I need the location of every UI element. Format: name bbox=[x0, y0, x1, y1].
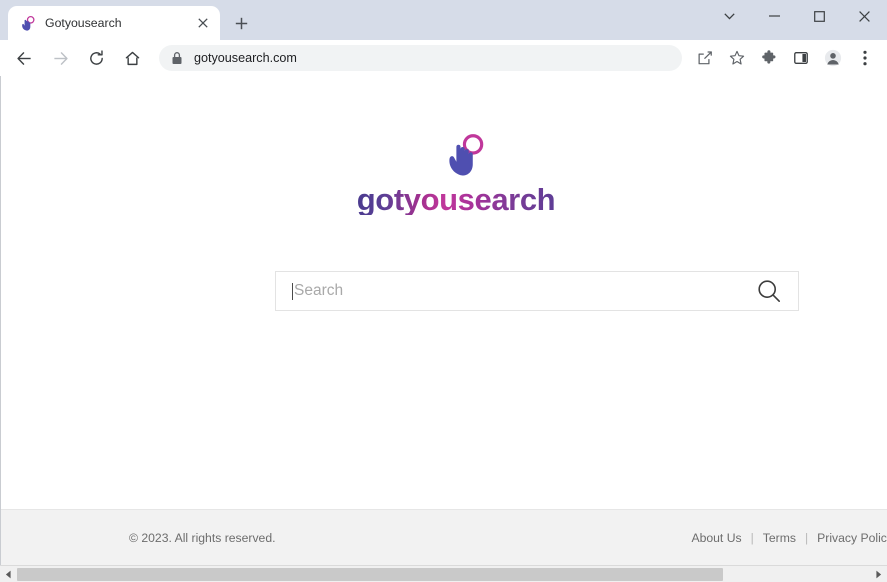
window-controls bbox=[707, 0, 887, 32]
scrollbar-track[interactable] bbox=[17, 565, 870, 582]
three-dot-menu-icon[interactable] bbox=[851, 44, 879, 72]
tab-search-button[interactable] bbox=[707, 0, 752, 32]
page-content: gotyousearch bbox=[1, 76, 887, 509]
address-bar[interactable]: gotyousearch.com bbox=[159, 45, 682, 71]
clicking-hand-magnifier-icon bbox=[441, 132, 487, 178]
share-icon[interactable] bbox=[691, 44, 719, 72]
search-input[interactable] bbox=[294, 282, 754, 300]
reload-button[interactable] bbox=[81, 43, 111, 73]
plus-icon bbox=[235, 17, 247, 29]
close-icon bbox=[859, 10, 870, 22]
minimize-icon bbox=[769, 15, 780, 17]
browser-toolbar: gotyousearch.com bbox=[0, 40, 887, 76]
footer-link-privacy-policy[interactable]: Privacy Policy bbox=[817, 531, 887, 545]
footer-link-about-us[interactable]: About Us bbox=[691, 531, 741, 545]
web-page: gotyousearch © 2023. All rights reserved… bbox=[1, 76, 887, 565]
maximize-button[interactable] bbox=[797, 0, 842, 32]
search-bar[interactable] bbox=[275, 271, 799, 311]
home-icon bbox=[125, 51, 139, 65]
magnifier-icon[interactable] bbox=[754, 276, 784, 306]
browser-tab[interactable]: Gotyousearch bbox=[8, 6, 220, 40]
scroll-left-icon[interactable] bbox=[0, 565, 17, 582]
text-caret bbox=[292, 282, 293, 300]
page-viewport: gotyousearch © 2023. All rights reserved… bbox=[0, 76, 887, 565]
bookmark-star-icon[interactable] bbox=[723, 44, 751, 72]
reload-icon bbox=[89, 49, 103, 65]
forward-button bbox=[45, 43, 75, 73]
scroll-right-icon[interactable] bbox=[870, 565, 887, 582]
site-logo: gotyousearch bbox=[1, 132, 887, 215]
footer-links: About Us | Terms | Privacy Policy bbox=[691, 531, 887, 545]
scrollbar-thumb[interactable] bbox=[17, 567, 723, 581]
url-text: gotyousearch.com bbox=[194, 51, 297, 65]
arrow-left-icon bbox=[16, 51, 31, 65]
horizontal-scrollbar[interactable] bbox=[0, 565, 887, 582]
footer-link-terms[interactable]: Terms bbox=[763, 531, 796, 545]
side-panel-icon[interactable] bbox=[787, 44, 815, 72]
extensions-puzzle-icon[interactable] bbox=[755, 44, 783, 72]
back-button[interactable] bbox=[9, 43, 39, 73]
new-tab-button[interactable] bbox=[228, 10, 254, 36]
lock-icon bbox=[171, 51, 185, 65]
logo-text: gotyousearch bbox=[356, 182, 556, 217]
footer-separator: | bbox=[804, 530, 809, 545]
arrow-right-icon bbox=[53, 51, 68, 65]
copyright-text: © 2023. All rights reserved. bbox=[129, 530, 276, 545]
profile-avatar-icon[interactable] bbox=[819, 44, 847, 72]
footer-separator: | bbox=[750, 530, 754, 545]
minimize-button[interactable] bbox=[752, 0, 797, 32]
page-footer: © 2023. All rights reserved. About Us | … bbox=[1, 509, 887, 565]
tab-title: Gotyousearch bbox=[45, 16, 122, 30]
toolbar-icons bbox=[689, 44, 881, 72]
maximize-icon bbox=[814, 10, 825, 22]
chevron-down-icon bbox=[724, 12, 735, 20]
browser-window: Gotyousearch gotyousearch.com gotyousear… bbox=[0, 0, 887, 582]
tab-strip: Gotyousearch bbox=[0, 0, 887, 40]
home-button[interactable] bbox=[117, 43, 147, 73]
close-icon[interactable] bbox=[194, 14, 212, 32]
gotyousearch-hand-icon bbox=[19, 15, 36, 32]
close-button[interactable] bbox=[842, 0, 887, 32]
